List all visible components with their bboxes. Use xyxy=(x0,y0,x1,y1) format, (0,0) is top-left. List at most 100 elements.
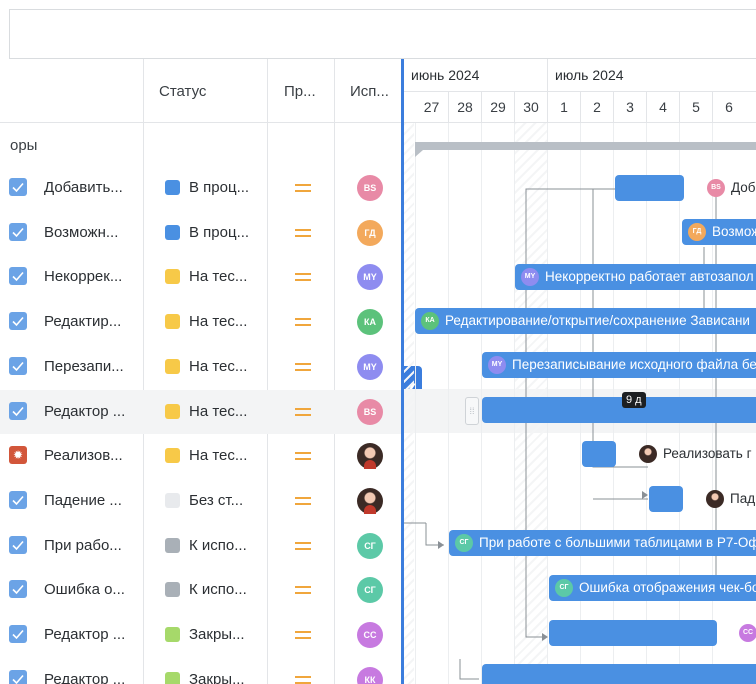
gantt-bar-selected[interactable] xyxy=(482,397,756,423)
column-header-status[interactable]: Статус xyxy=(143,59,267,123)
table-row[interactable]: ✹ Реализов... На тес... xyxy=(0,434,401,478)
status-label[interactable]: Без ст... xyxy=(189,492,243,509)
gantt-bar[interactable] xyxy=(649,486,683,512)
gantt-bar[interactable] xyxy=(615,175,684,201)
task-name[interactable]: Ошибка о... xyxy=(44,581,125,598)
checkbox-icon[interactable] xyxy=(9,669,27,684)
column-header-assignee[interactable]: Исп... xyxy=(334,59,401,123)
status-label[interactable]: В проц... xyxy=(189,224,249,241)
table-row[interactable]: При рабо... К испо... СГ xyxy=(0,524,401,568)
status-label[interactable]: Закры... xyxy=(189,626,245,643)
avatar[interactable] xyxy=(357,443,383,470)
status-label[interactable]: На тес... xyxy=(189,313,247,330)
gantt-bar-text: Пад xyxy=(730,491,756,506)
status-label[interactable]: На тес... xyxy=(189,358,247,375)
grid-header: Статус Пр... Исп... xyxy=(0,59,401,123)
drag-handle-icon[interactable]: ⁞⁞ xyxy=(465,397,479,425)
status-color-swatch xyxy=(165,448,180,464)
priority-medium-icon[interactable] xyxy=(295,362,311,371)
gantt-bar[interactable]: MY Перезаписывание исходного файла бе xyxy=(482,352,756,378)
avatar[interactable]: КА xyxy=(357,309,383,336)
avatar[interactable]: СС xyxy=(357,622,383,648)
gantt-bar[interactable] xyxy=(582,441,616,467)
table-row[interactable]: Редактор ... Закры... КК xyxy=(0,658,401,684)
avatar[interactable]: BS xyxy=(357,175,383,201)
task-name[interactable]: Редактир... xyxy=(44,313,121,330)
avatar[interactable] xyxy=(357,487,383,514)
checkbox-icon[interactable] xyxy=(9,222,27,241)
checkbox-icon[interactable] xyxy=(9,178,27,196)
status-label[interactable]: На тес... xyxy=(189,268,247,285)
priority-medium-icon[interactable] xyxy=(295,228,311,237)
priority-medium-icon[interactable] xyxy=(295,407,311,416)
checkbox-icon[interactable] xyxy=(9,535,27,554)
checkbox-icon[interactable] xyxy=(9,312,27,331)
gantt-bar[interactable]: КА Редактирование/открытие/сохранение Зав… xyxy=(415,308,756,334)
task-name[interactable]: Редактор ... xyxy=(44,626,125,643)
bug-icon[interactable]: ✹ xyxy=(9,446,27,465)
task-name[interactable]: Редактор ... xyxy=(44,403,125,420)
column-header-assignee-label: Исп... xyxy=(350,82,389,100)
priority-medium-icon[interactable] xyxy=(295,318,311,327)
priority-medium-icon[interactable] xyxy=(295,631,311,639)
table-row[interactable]: Возможн... В проц... ГД xyxy=(0,211,401,255)
task-name[interactable]: Редактор ... xyxy=(44,671,125,684)
gantt-bar[interactable]: ГД Возмож xyxy=(682,219,756,245)
avatar[interactable]: КК xyxy=(357,666,383,684)
column-header-priority[interactable]: Пр... xyxy=(267,59,334,123)
priority-medium-icon[interactable] xyxy=(295,184,311,192)
gantt-bar[interactable] xyxy=(482,664,756,684)
table-row[interactable]: Падение ... Без ст... xyxy=(0,479,401,523)
checkbox-icon[interactable] xyxy=(9,401,27,420)
table-row[interactable]: Редактор ... На тес... BS xyxy=(0,389,401,434)
gantt-bar[interactable] xyxy=(549,620,717,646)
avatar[interactable]: СГ xyxy=(357,532,383,559)
avatar: СГ xyxy=(455,534,473,552)
status-color-swatch xyxy=(165,671,180,684)
avatar[interactable]: ГД xyxy=(357,219,383,246)
table-row[interactable]: Редактор ... Закры... СС xyxy=(0,613,401,657)
checkbox-icon[interactable] xyxy=(9,625,27,643)
gantt-bar[interactable]: MY Некорректно работает автозапол xyxy=(515,264,756,290)
table-row[interactable]: Добавить... В проц... BS xyxy=(0,166,401,210)
priority-medium-icon[interactable] xyxy=(295,496,311,505)
avatar[interactable]: MY xyxy=(357,264,383,291)
status-color-swatch xyxy=(165,582,180,598)
avatar[interactable]: BS xyxy=(357,398,383,425)
task-name[interactable]: Возможн... xyxy=(44,224,118,241)
checkbox-icon[interactable] xyxy=(9,356,27,375)
table-row[interactable]: Перезапи... На тес... MY xyxy=(0,345,401,389)
task-name[interactable]: Реализов... xyxy=(44,447,123,464)
gantt-bar-text: Реализовать г xyxy=(663,446,752,461)
table-row[interactable]: Некоррек... На тес... MY xyxy=(0,255,401,299)
status-label[interactable]: К испо... xyxy=(189,537,247,554)
checkbox-icon[interactable] xyxy=(9,580,27,599)
avatar[interactable]: MY xyxy=(357,353,383,380)
checkbox-icon[interactable] xyxy=(9,490,27,509)
status-label[interactable]: В проц... xyxy=(189,179,249,196)
table-row[interactable]: Редактир... На тес... КА xyxy=(0,300,401,344)
task-name[interactable]: Перезапи... xyxy=(44,358,124,375)
task-name[interactable]: Падение ... xyxy=(44,492,122,509)
avatar[interactable]: СГ xyxy=(357,577,383,604)
priority-medium-icon[interactable] xyxy=(295,675,311,684)
task-name[interactable]: При рабо... xyxy=(44,537,122,554)
priority-medium-icon[interactable] xyxy=(295,586,311,595)
priority-medium-icon[interactable] xyxy=(295,452,311,461)
avatar: MY xyxy=(488,356,506,374)
task-name[interactable]: Некоррек... xyxy=(44,268,122,285)
priority-medium-icon[interactable] xyxy=(295,541,311,550)
table-row[interactable]: Ошибка о... К испо... СГ xyxy=(0,568,401,612)
status-label[interactable]: К испо... xyxy=(189,581,247,598)
avatar xyxy=(706,490,724,508)
priority-medium-icon[interactable] xyxy=(295,273,311,282)
gantt-bar[interactable]: СГ Ошибка отображения чек-бо xyxy=(549,575,756,601)
gantt-bar[interactable]: СГ При работе с большими таблицами в Р7-О… xyxy=(449,530,756,556)
status-label[interactable]: На тес... xyxy=(189,447,247,464)
status-label[interactable]: Закры... xyxy=(189,671,245,684)
status-label[interactable]: На тес... xyxy=(189,403,247,420)
task-name[interactable]: Добавить... xyxy=(44,179,123,196)
gantt-bar-label: BS Доб xyxy=(707,179,756,197)
group-row[interactable]: оры xyxy=(0,123,401,166)
checkbox-icon[interactable] xyxy=(9,267,27,286)
